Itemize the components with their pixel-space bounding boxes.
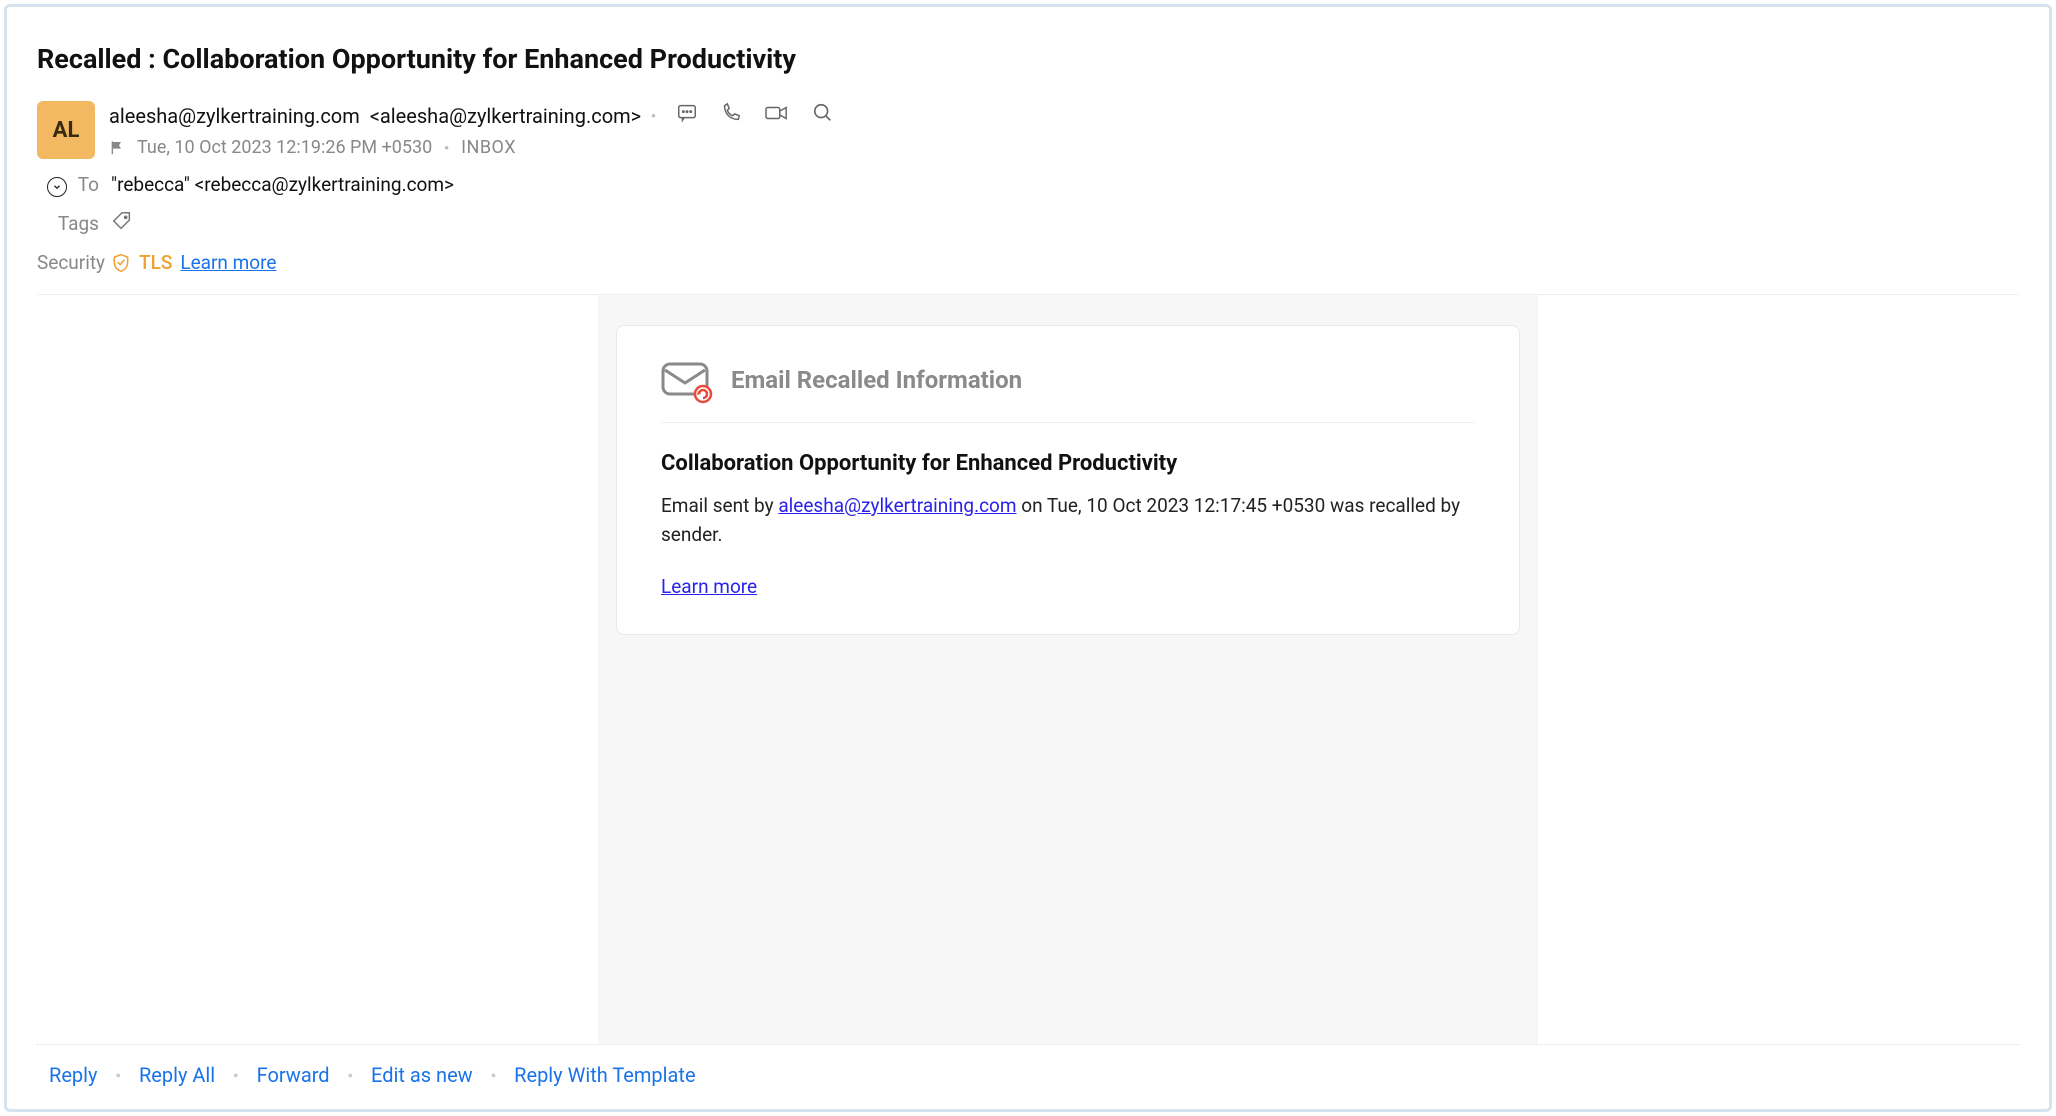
recall-body-text: Email sent by aleesha@zylkertraining.com…	[661, 492, 1475, 549]
from-line: aleesha@zylkertraining.com <aleesha@zylk…	[109, 102, 834, 129]
recall-learn-more-link[interactable]: Learn more	[661, 575, 757, 598]
email-body-area: Email Recalled Information Collaboration…	[37, 295, 2019, 1044]
reply-button[interactable]: Reply	[49, 1063, 98, 1087]
tags-value	[111, 210, 2019, 237]
recall-body-prefix: Email sent by	[661, 494, 778, 517]
folder-badge: INBOX	[461, 137, 516, 158]
separator-dot: ●	[233, 1070, 238, 1081]
reply-with-template-button[interactable]: Reply With Template	[514, 1063, 695, 1087]
recall-card-header: Email Recalled Information	[661, 360, 1475, 423]
email-header: AL aleesha@zylkertraining.com <aleesha@z…	[37, 101, 2019, 159]
edit-as-new-button[interactable]: Edit as new	[371, 1063, 473, 1087]
separator-dot: ●	[444, 143, 449, 152]
recall-info-card: Email Recalled Information Collaboration…	[616, 325, 1520, 635]
reply-all-button[interactable]: Reply All	[139, 1063, 215, 1087]
tag-icon[interactable]	[111, 210, 133, 232]
expand-details-icon[interactable]	[47, 177, 67, 197]
security-learn-more-link[interactable]: Learn more	[180, 251, 276, 274]
separator-dot: ●	[116, 1070, 121, 1081]
recall-sender-link[interactable]: aleesha@zylkertraining.com	[778, 494, 1016, 517]
quick-action-icons	[676, 102, 834, 129]
to-label: To	[78, 173, 99, 196]
shield-icon	[111, 253, 131, 273]
forward-button[interactable]: Forward	[257, 1063, 330, 1087]
recalled-original-subject: Collaboration Opportunity for Enhanced P…	[661, 451, 1475, 476]
sender-avatar[interactable]: AL	[37, 101, 95, 159]
recall-envelope-icon	[661, 360, 713, 400]
email-fields: To "rebecca" <rebecca@zylkertraining.com…	[37, 173, 2019, 274]
separator-dot: ●	[651, 111, 656, 120]
video-icon[interactable]	[764, 102, 790, 129]
to-label-cell: To	[37, 173, 111, 196]
from-meta-wrap: aleesha@zylkertraining.com <aleesha@zylk…	[109, 102, 834, 158]
email-date: Tue, 10 Oct 2023 12:19:26 PM +0530	[137, 137, 432, 158]
security-value: TLS Learn more	[111, 251, 2019, 274]
email-view-pane: Recalled : Collaboration Opportunity for…	[4, 4, 2052, 1112]
recall-card-title: Email Recalled Information	[731, 366, 1022, 394]
recall-learn-more-row: Learn more	[661, 575, 1475, 598]
avatar-initials: AL	[53, 118, 80, 143]
tls-indicator: TLS	[139, 251, 172, 274]
email-action-footer: Reply ● Reply All ● Forward ● Edit as ne…	[37, 1044, 2019, 1097]
tags-label: Tags	[37, 212, 111, 235]
security-label: Security	[37, 251, 111, 274]
phone-icon[interactable]	[720, 102, 742, 129]
email-body-bg: Email Recalled Information Collaboration…	[598, 295, 1538, 1044]
meta-line: Tue, 10 Oct 2023 12:19:26 PM +0530 ● INB…	[109, 137, 834, 158]
to-value: "rebecca" <rebecca@zylkertraining.com>	[111, 173, 2019, 196]
separator-dot: ●	[491, 1070, 496, 1081]
email-subject: Recalled : Collaboration Opportunity for…	[37, 43, 2019, 75]
chat-icon[interactable]	[676, 102, 698, 129]
flag-icon[interactable]	[109, 140, 125, 156]
search-icon[interactable]	[812, 102, 834, 129]
separator-dot: ●	[348, 1070, 353, 1081]
from-display: aleesha@zylkertraining.com	[109, 104, 360, 128]
from-address: <aleesha@zylkertraining.com>	[370, 104, 641, 128]
